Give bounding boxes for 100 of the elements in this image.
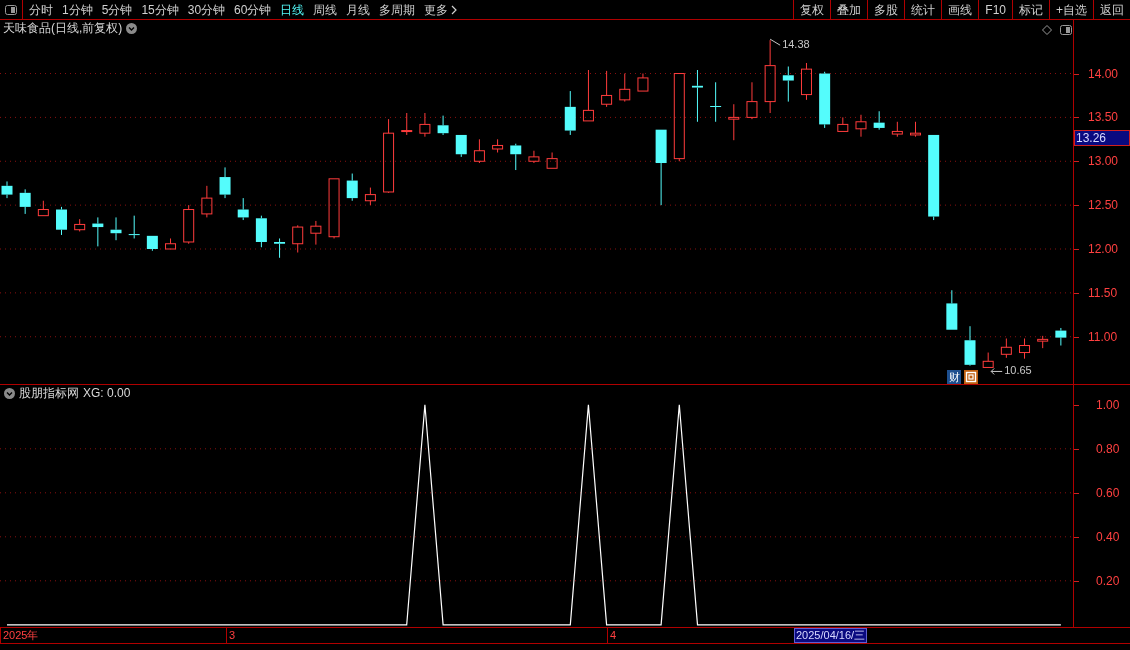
price-axis-label: 13.50 [1088,111,1119,124]
toolbar-button[interactable]: 画线 [941,0,979,19]
period-tab[interactable]: 15分钟 [141,3,179,16]
toolbar-button[interactable]: 返回 [1093,0,1130,19]
candlestick [128,215,140,239]
candlestick [582,69,594,122]
period-tab[interactable]: 分时 [29,3,53,16]
dropdown-icon[interactable] [4,387,15,399]
candlestick [328,178,340,239]
chevron-right-icon [451,4,458,15]
value-axis-label: 0.20 [1096,574,1120,587]
candlestick [1000,338,1012,359]
candlestick [19,188,31,215]
period-tab[interactable]: 60分钟 [234,3,272,16]
candlestick [292,224,304,253]
value-axis-label: 0.40 [1096,530,1120,543]
candlestick [782,66,794,103]
candlestick [510,143,522,171]
toolbar-button[interactable]: 多股 [867,0,905,19]
price-axis-label: 11.50 [1088,286,1118,299]
more-button[interactable]: 更多 [424,3,458,16]
price-axis-label: 11.00 [1088,330,1118,343]
date-axis-label: 2025年 [0,628,39,643]
date-axis-label: 4 [607,628,617,643]
finance-badge: 财 [947,370,961,384]
toolbar-button[interactable]: 叠加 [830,0,868,19]
candlestick [637,73,649,92]
value-axis-label: 1.00 [1096,398,1120,411]
toolbar-button[interactable]: 统计 [904,0,942,19]
date-axis-label: 3 [226,628,236,643]
candlestick [92,216,104,247]
candlestick [1055,327,1067,346]
candlestick [255,215,267,248]
toolbar-button[interactable]: 标记 [1012,0,1049,19]
toolbar-button[interactable]: 复权 [793,0,831,19]
candlestick [746,81,758,120]
candlestick [201,185,213,218]
candlestick [982,352,994,368]
period-tab[interactable]: 多周期 [379,3,416,16]
panel-toggle-icon[interactable] [1060,25,1072,35]
candlestick [401,112,413,136]
candlestick [891,121,903,138]
value-axis-label: 0.60 [1096,486,1120,499]
candlestick [710,81,722,123]
candlestick [346,173,358,202]
candlestick [601,70,613,108]
candlestick [1019,338,1030,360]
candlestick [910,121,921,138]
period-tab[interactable]: 30分钟 [187,3,226,16]
price-axis-label: 14.00 [1088,67,1119,80]
candlestick [801,62,812,101]
candlestick [146,235,158,252]
chart-title: 天味食品(日线,前复权) [3,22,123,34]
candlestick [237,197,249,221]
period-tab[interactable]: 5分钟 [101,3,133,16]
candlestick [455,134,467,158]
candlestick [1037,335,1049,349]
candlestick [37,200,49,217]
candlestick [419,112,431,138]
price-axis-label: 12.50 [1088,199,1119,212]
candlestick [364,187,376,206]
candlestick [964,325,976,367]
candlestick [183,204,195,245]
candlestick [219,166,231,199]
candlestick [310,220,322,246]
candlestick [528,150,540,164]
low-price-label: 10.65 [1004,365,1032,377]
candlestick [873,110,885,131]
candlestick [165,237,177,250]
period-tab[interactable]: 周线 [313,3,338,16]
candlestick [274,237,286,259]
candlestick [946,289,958,331]
price-axis-label: 13.00 [1088,155,1119,168]
candlestick [1,180,13,199]
leader-line [769,38,781,46]
candlestick [619,73,631,103]
period-tab[interactable]: 1分钟 [62,3,93,16]
candlestick [855,114,867,138]
candlestick [837,116,849,132]
candlestick [437,115,449,136]
candlestick [56,206,67,236]
dropdown-icon[interactable] [126,22,138,34]
value-axis-label: 0.80 [1096,442,1120,455]
cursor-date-label: 2025/04/16/三 [794,628,868,643]
candlestick [74,218,86,232]
candlestick [564,90,576,136]
indicator-name: 股朋指标网 [19,387,79,399]
candlestick [110,216,122,241]
period-tab[interactable]: 月线 [346,3,371,16]
toolbar-button[interactable]: F10 [978,0,1012,19]
candlestick [473,138,485,164]
square-icon [964,370,978,384]
panel-toggle-icon[interactable] [5,4,17,15]
period-tab[interactable]: 日线 [280,3,305,16]
candlestick [546,152,558,169]
candlestick [492,138,504,153]
last-price-label: 13.26 [1074,130,1130,147]
toolbar-button[interactable]: +自选 [1049,0,1093,19]
leader-line [990,367,1003,375]
high-price-label: 14.38 [782,39,810,51]
